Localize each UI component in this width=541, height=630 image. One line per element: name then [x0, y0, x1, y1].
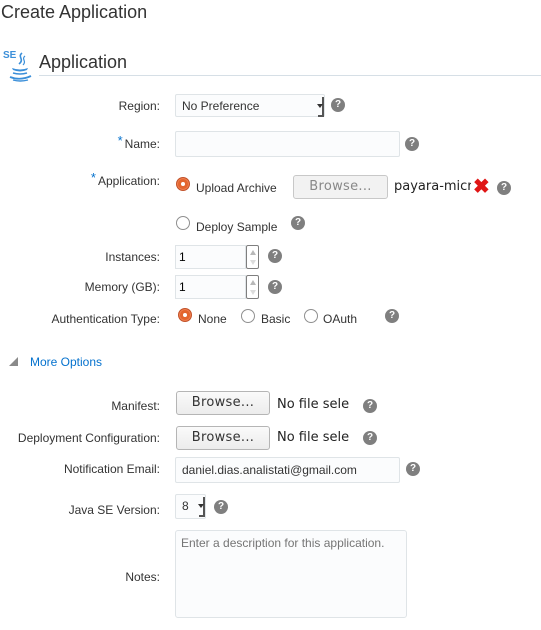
manifest-label: Manifest:: [111, 399, 160, 413]
auth-none-radio[interactable]: [178, 308, 192, 322]
chevron-up-icon: [250, 280, 256, 285]
required-mark: *: [90, 170, 96, 185]
page-title: Create Application: [1, 2, 148, 22]
name-help-icon[interactable]: ?: [405, 137, 419, 151]
application-help-icon[interactable]: ?: [497, 181, 511, 195]
notification-email-help-icon[interactable]: ?: [406, 462, 420, 476]
java-version-label: Java SE Version:: [68, 503, 160, 517]
region-label: Region:: [118, 99, 160, 113]
instances-input[interactable]: [175, 245, 246, 269]
chevron-up-icon: [250, 250, 256, 255]
more-options-link[interactable]: More Options: [30, 355, 102, 369]
auth-oauth-radio[interactable]: [304, 309, 318, 323]
chevron-down-icon: [250, 290, 256, 295]
region-select-value: No Preference: [182, 99, 260, 113]
java-version-value: 8: [182, 499, 189, 513]
name-label-text: Name:: [124, 137, 160, 151]
java-version-select[interactable]: 8: [175, 494, 206, 519]
auth-type-label: Authentication Type:: [51, 312, 160, 326]
manifest-help-icon[interactable]: ?: [363, 399, 377, 413]
section-divider: [39, 75, 541, 76]
auth-none-label[interactable]: None: [198, 312, 227, 326]
name-input[interactable]: [175, 131, 400, 157]
required-mark: *: [117, 133, 123, 148]
auth-help-icon[interactable]: ?: [385, 309, 399, 323]
deploy-sample-radio[interactable]: [176, 216, 190, 230]
memory-label: Memory (GB):: [84, 280, 160, 294]
chevron-down-icon: [250, 260, 256, 265]
deployment-config-help-icon[interactable]: ?: [363, 431, 377, 445]
expand-triangle-icon[interactable]: [9, 357, 18, 366]
notification-email-label: Notification Email:: [63, 462, 160, 476]
archive-browse-button[interactable]: Browse...: [293, 175, 388, 199]
remove-file-icon[interactable]: ✖: [473, 177, 490, 197]
deployment-config-label: Deployment Configuration:: [17, 431, 160, 445]
notification-email-input[interactable]: [175, 457, 400, 483]
auth-basic-radio[interactable]: [241, 309, 255, 323]
auth-basic-label[interactable]: Basic: [261, 312, 290, 326]
memory-stepper[interactable]: [246, 275, 259, 299]
application-label: * Application:: [90, 170, 160, 188]
instances-help-icon[interactable]: ?: [268, 249, 282, 263]
memory-input[interactable]: [175, 275, 246, 299]
upload-archive-label[interactable]: Upload Archive: [196, 181, 277, 195]
application-label-text: Application:: [97, 174, 160, 188]
deploy-sample-help-icon[interactable]: ?: [291, 216, 305, 230]
archive-file-name: payara-micro: [394, 179, 471, 194]
memory-help-icon[interactable]: ?: [268, 280, 282, 294]
instances-stepper[interactable]: [246, 245, 259, 269]
deployment-config-file-status: No file sele: [277, 430, 350, 445]
manifest-file-status: No file sele: [277, 397, 350, 412]
auth-oauth-label[interactable]: OAuth: [323, 312, 357, 326]
chevron-down-icon: [198, 497, 205, 517]
deploy-sample-label[interactable]: Deploy Sample: [196, 220, 277, 234]
chevron-down-icon: [317, 97, 324, 117]
name-label: * Name:: [117, 133, 160, 151]
section-title: Application: [39, 52, 128, 72]
manifest-browse-button[interactable]: Browse...: [176, 391, 270, 415]
notes-textarea[interactable]: [175, 530, 407, 618]
upload-archive-radio[interactable]: [176, 177, 190, 191]
instances-label: Instances:: [105, 250, 160, 264]
java-version-help-icon[interactable]: ?: [214, 500, 228, 514]
region-select[interactable]: No Preference: [175, 94, 325, 117]
notes-label: Notes:: [125, 570, 160, 584]
region-help-icon[interactable]: ?: [331, 98, 345, 112]
deployment-config-browse-button[interactable]: Browse...: [176, 426, 270, 450]
svg-text:SE: SE: [3, 50, 17, 61]
java-se-icon: SE: [3, 47, 33, 85]
